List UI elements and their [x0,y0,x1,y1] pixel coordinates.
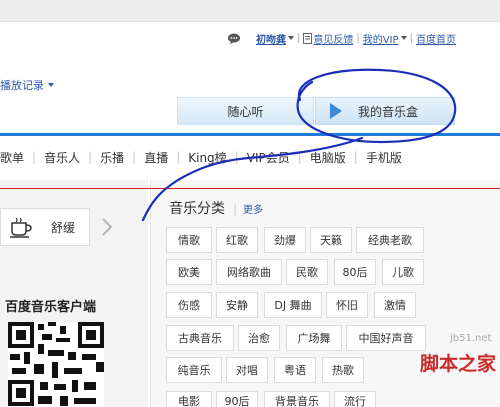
genre-tag[interactable]: 背景音乐 [264,391,330,407]
site-watermark: jb51.net 脚本之家 [398,333,500,407]
more-link[interactable]: 更多 [243,201,263,216]
genre-tag[interactable]: 纯音乐 [166,357,222,383]
title-separator: | [233,202,238,216]
watermark-name: 脚本之家 [420,353,497,375]
genre-tag[interactable]: 欧美 [166,259,212,285]
genre-tag[interactable]: 80后 [334,259,376,285]
qr-code-image [8,322,104,407]
chevron-right-icon[interactable] [100,218,114,236]
play-icon [330,103,342,119]
watermark-url: jb51.net [450,333,492,344]
chat-bubble-icon[interactable] [228,33,240,44]
client-download-title: 百度音乐客户端 [5,300,97,315]
feedback-doc-icon [303,32,313,44]
nav-item-vip[interactable]: VIP会员 [239,149,298,166]
genre-tag[interactable]: 热歌 [322,357,364,383]
top-link-separator: | [297,32,301,44]
mood-label: 舒缓 [51,220,76,235]
genre-tag[interactable]: 劲爆 [264,227,306,253]
top-link-separator: | [356,32,360,44]
genre-tag[interactable]: 对唱 [226,357,268,383]
genre-tag[interactable]: 儿歌 [382,259,424,285]
genre-tag[interactable]: 天籁 [310,227,352,253]
genre-tag[interactable]: 红歌 [216,227,258,253]
nav-item-king-chart[interactable]: King榜 [180,149,234,166]
top-links-bar: 初吻龚 | 意见反馈 | 我的VIP | 百度首页 [228,30,456,46]
genre-tag[interactable]: 激情 [374,292,416,318]
genre-tag[interactable]: 网络歌曲 [216,259,282,285]
my-vip-link[interactable]: 我的VIP [363,31,399,46]
my-music-box-label: 我的音乐盒 [358,104,419,119]
user-name-link[interactable]: 初吻龚 [256,31,286,46]
genre-tag[interactable]: 情歌 [166,227,212,253]
nav-item-musicians[interactable]: 音乐人 [36,149,88,166]
genre-tag[interactable]: 广场舞 [286,325,342,351]
genre-tag[interactable]: 治愈 [238,325,280,351]
nav-item-mobile-version[interactable]: 手机版 [358,149,410,166]
genre-tag[interactable]: 古典音乐 [166,325,234,351]
play-history-dropdown[interactable]: 播放记录 [0,77,54,93]
genre-tag[interactable]: 怀旧 [326,292,368,318]
top-link-separator: | [409,32,413,44]
genre-tag[interactable]: 伤感 [166,292,212,318]
listen-freely-button[interactable]: 随心听 [177,97,314,125]
listen-freely-label: 随心听 [227,104,264,119]
genre-tag[interactable]: 电影 [166,391,212,407]
music-category-header: 音乐分类 | 更多 [169,198,263,218]
genre-tag[interactable]: 流行 [334,391,376,407]
genre-tag[interactable]: 安静 [216,292,258,318]
genre-tag[interactable]: 经典老歌 [356,227,424,253]
nav-item-music-broadcast[interactable]: 乐播 [92,149,132,166]
chevron-down-icon [48,83,54,87]
coffee-cup-icon [10,217,32,238]
feedback-link[interactable]: 意见反馈 [313,31,353,46]
genre-tag[interactable]: 粤语 [274,357,316,383]
nav-item-playlists[interactable]: 歌单 [0,149,32,166]
nav-top-border [0,133,500,136]
play-history-label: 播放记录 [0,79,44,92]
browser-top-strip [0,0,500,22]
genre-tag[interactable]: 民歌 [286,259,328,285]
user-dropdown-caret-icon[interactable] [288,36,294,40]
vip-dropdown-caret-icon[interactable] [400,36,407,40]
nav-item-desktop-version[interactable]: 电脑版 [302,149,354,166]
nav-item-live[interactable]: 直播 [136,149,176,166]
genre-tag[interactable]: 90后 [216,391,258,407]
genre-tag[interactable]: DJ 舞曲 [264,292,322,318]
my-music-box-button[interactable]: 我的音乐盒 [315,97,455,125]
main-nav: 歌单 | 音乐人 | 乐播 | 直播 | King榜 | VIP会员 | 电脑版… [0,142,410,172]
red-guide-line [0,188,500,189]
music-category-title: 音乐分类 [169,201,225,217]
mood-card-soothing[interactable]: 舒缓 [0,208,90,246]
baidu-home-link[interactable]: 百度首页 [416,31,456,46]
